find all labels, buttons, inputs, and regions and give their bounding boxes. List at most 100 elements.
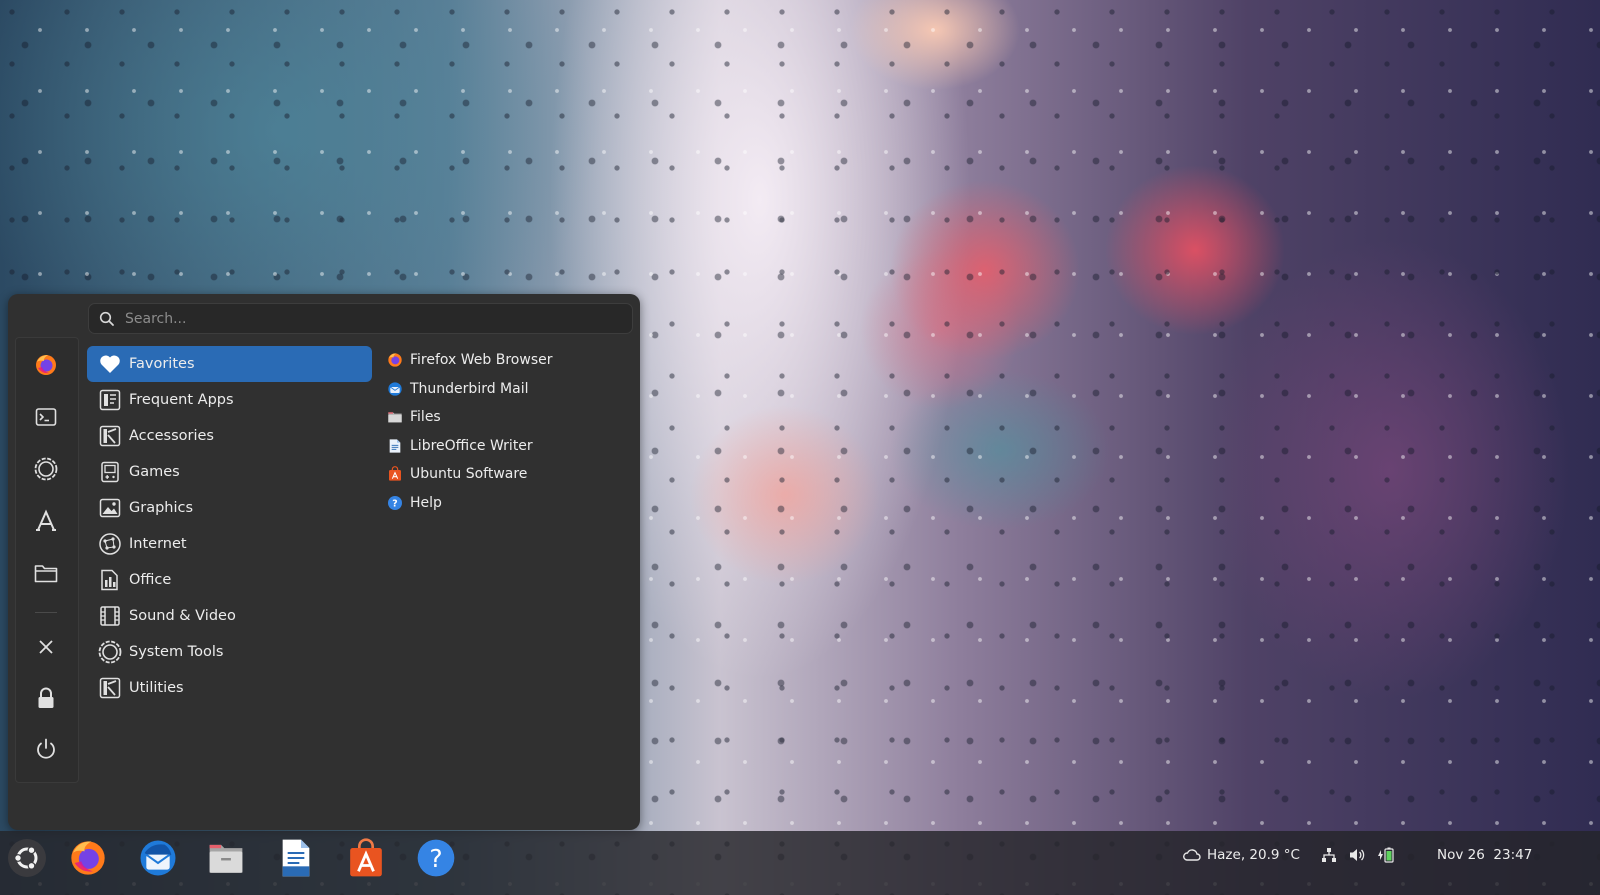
help-icon: ? [386, 494, 404, 512]
category-label: System Tools [129, 644, 224, 660]
search-input[interactable] [119, 310, 632, 327]
category-label: Favorites [129, 356, 195, 372]
category-internet[interactable]: Internet [87, 526, 372, 562]
app-help[interactable]: ? Help [386, 489, 626, 518]
close-icon [37, 638, 55, 660]
category-graphics[interactable]: Graphics [87, 490, 372, 526]
category-favorites[interactable]: Favorites [87, 346, 372, 382]
accessories-icon [97, 423, 123, 449]
writer-icon [279, 838, 313, 882]
category-utilities[interactable]: Utilities [87, 670, 372, 706]
app-firefox[interactable]: Firefox Web Browser [386, 346, 626, 375]
frequent-apps-icon [97, 387, 123, 413]
firefox-icon [68, 838, 108, 882]
network-indicator[interactable] [1321, 831, 1337, 879]
system-tools-icon [97, 639, 123, 665]
category-label: Games [129, 464, 180, 480]
firefox-icon [34, 353, 58, 381]
settings-gear-icon [33, 456, 59, 486]
app-ubuntu-software[interactable]: Ubuntu Software [386, 460, 626, 489]
volume-indicator[interactable] [1349, 831, 1365, 879]
app-label: Help [410, 494, 442, 511]
sidebar-terminal-button[interactable] [27, 400, 65, 438]
games-icon [97, 459, 123, 485]
dock-files[interactable] [198, 835, 254, 885]
ubuntu-software-icon [386, 465, 404, 483]
search-box[interactable] [88, 303, 633, 334]
folder-icon [33, 561, 59, 589]
category-label: Graphics [129, 500, 194, 516]
category-system-tools[interactable]: System Tools [87, 634, 372, 670]
category-list: Favorites Frequent Apps Accessories Game… [87, 346, 372, 706]
svg-text:?: ? [429, 844, 442, 873]
category-games[interactable]: Games [87, 454, 372, 490]
sidebar-separator [35, 612, 57, 613]
dock-ubuntu-software[interactable] [338, 835, 394, 885]
files-icon [386, 408, 404, 426]
sidebar-software-button[interactable] [27, 504, 65, 542]
menu-sidebar [15, 337, 79, 783]
category-label: Sound & Video [129, 608, 236, 624]
category-sound-video[interactable]: Sound & Video [87, 598, 372, 634]
category-label: Internet [129, 536, 187, 552]
dock-libreoffice-writer[interactable] [268, 835, 324, 885]
battery-indicator[interactable] [1377, 831, 1397, 879]
search-icon [95, 307, 119, 331]
clock-text: Nov 26 23:47 [1437, 847, 1533, 863]
menu-launcher-button[interactable] [0, 835, 54, 885]
ubuntu-software-icon [346, 838, 386, 882]
category-frequent-apps[interactable]: Frequent Apps [87, 382, 372, 418]
sidebar-settings-button[interactable] [27, 452, 65, 490]
app-label: Ubuntu Software [410, 466, 528, 483]
app-label: Thunderbird Mail [410, 380, 529, 397]
app-thunderbird[interactable]: Thunderbird Mail [386, 375, 626, 404]
terminal-icon [34, 405, 58, 433]
category-label: Accessories [129, 428, 214, 444]
app-list: Firefox Web Browser Thunderbird Mail Fil… [386, 346, 626, 517]
dock-help[interactable]: ? [408, 835, 464, 885]
category-label: Frequent Apps [129, 392, 234, 408]
bottom-panel: ? Haze, 20.9 °C Nov 26 23:47 [0, 831, 1600, 895]
category-label: Office [129, 572, 172, 588]
thunderbird-icon [138, 838, 178, 882]
weather-text: Haze, 20.9 °C [1207, 847, 1300, 863]
cloud-icon [1183, 848, 1201, 862]
clock[interactable]: Nov 26 23:47 [1437, 831, 1532, 879]
ubuntu-logo-icon [7, 838, 47, 882]
firefox-icon [386, 351, 404, 369]
weather-indicator[interactable]: Haze, 20.9 °C [1183, 831, 1300, 879]
sidebar-firefox-button[interactable] [27, 348, 65, 386]
sound-video-icon [97, 603, 123, 629]
utilities-icon [97, 675, 123, 701]
writer-icon [386, 437, 404, 455]
sidebar-logout-button[interactable] [27, 630, 65, 668]
lock-icon [35, 686, 57, 714]
power-icon [34, 737, 58, 765]
heart-icon [97, 351, 123, 377]
sidebar-power-button[interactable] [27, 732, 65, 770]
help-icon: ? [416, 838, 456, 882]
app-files[interactable]: Files [386, 403, 626, 432]
dock-thunderbird[interactable] [130, 835, 186, 885]
office-icon [97, 567, 123, 593]
application-menu: Favorites Frequent Apps Accessories Game… [8, 294, 640, 830]
category-accessories[interactable]: Accessories [87, 418, 372, 454]
sidebar-files-button[interactable] [27, 556, 65, 594]
svg-text:?: ? [392, 498, 397, 509]
battery-charging-icon [1377, 847, 1397, 863]
app-store-icon [33, 508, 59, 538]
internet-icon [97, 531, 123, 557]
category-office[interactable]: Office [87, 562, 372, 598]
dock-firefox[interactable] [60, 835, 116, 885]
files-icon [206, 840, 246, 880]
app-label: Files [410, 409, 441, 426]
app-label: LibreOffice Writer [410, 437, 533, 454]
network-wired-icon [1321, 847, 1337, 863]
graphics-icon [97, 495, 123, 521]
thunderbird-icon [386, 380, 404, 398]
category-label: Utilities [129, 680, 184, 696]
app-label: Firefox Web Browser [410, 352, 553, 369]
sidebar-lock-button[interactable] [27, 681, 65, 719]
app-libreoffice-writer[interactable]: LibreOffice Writer [386, 432, 626, 461]
speaker-icon [1349, 847, 1365, 863]
